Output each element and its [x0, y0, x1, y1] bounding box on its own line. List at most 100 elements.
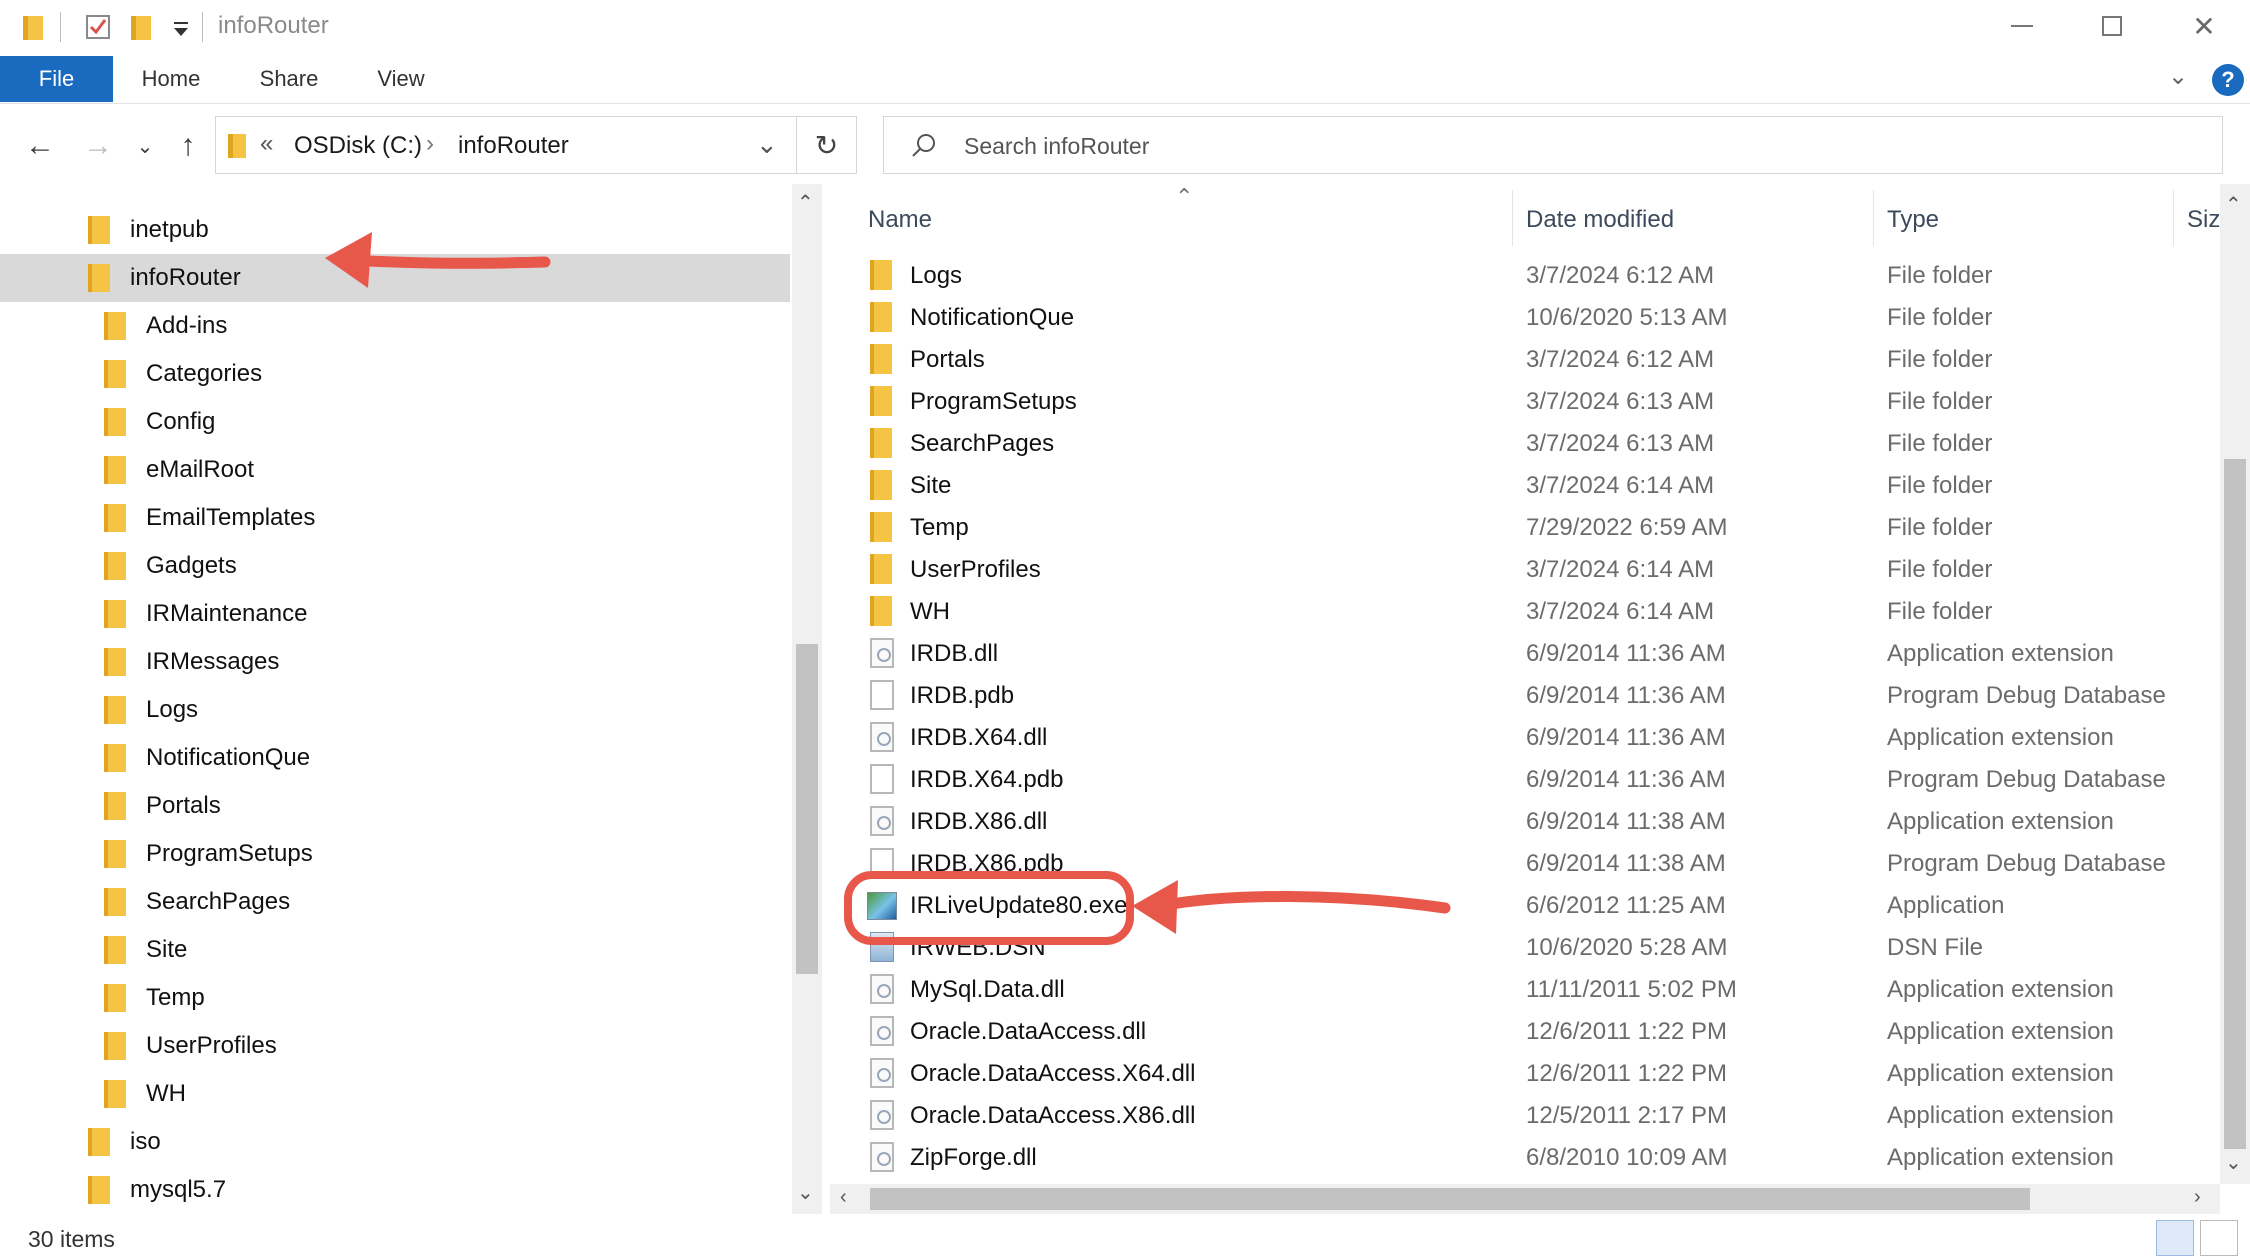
- scrollbar-thumb[interactable]: [796, 644, 818, 974]
- sidebar-item-programsetups[interactable]: ProgramSetups: [0, 830, 790, 878]
- folder-icon: [870, 512, 892, 542]
- table-row[interactable]: IRDB.X64.dll 6/9/2014 11:36 AM Application…: [830, 716, 2220, 758]
- back-arrow-icon[interactable]: ←: [20, 126, 60, 166]
- table-row[interactable]: Oracle.DataAccess.X86.dll 12/5/2011 2:17 …: [830, 1094, 2220, 1136]
- sidebar-item-wh[interactable]: WH: [0, 1070, 790, 1118]
- table-row[interactable]: IRDB.pdb 6/9/2014 11:36 AM Program Debug D…: [830, 674, 2220, 716]
- tab-file[interactable]: File: [0, 56, 113, 102]
- file-type: File folder: [1887, 304, 1993, 331]
- file-list-scrollbar[interactable]: ⌃ ⌄: [2220, 184, 2250, 1184]
- breadcrumb-inforouter[interactable]: infoRouter: [458, 132, 569, 160]
- table-row[interactable]: IRDB.X64.pdb 6/9/2014 11:36 AM Program Deb…: [830, 758, 2220, 800]
- table-row[interactable]: Oracle.DataAccess.dll 12/6/2011 1:22 PM Ap…: [830, 1010, 2220, 1052]
- sidebar-item-logs[interactable]: Logs: [0, 686, 790, 734]
- customize-quick-access-icon[interactable]: [170, 12, 192, 42]
- scrollbar-thumb[interactable]: [870, 1188, 2030, 1210]
- properties-icon[interactable]: [84, 12, 112, 42]
- maximize-icon: [2102, 16, 2122, 36]
- sidebar-item-add-ins[interactable]: Add-ins: [0, 302, 790, 350]
- table-row[interactable]: ProgramSetups 3/7/2024 6:13 AM File folder: [830, 380, 2220, 422]
- table-row[interactable]: IRWEB.DSN 10/6/2020 5:28 AM DSN File: [830, 926, 2220, 968]
- help-icon[interactable]: ?: [2212, 64, 2244, 96]
- partially-scrolled-row: [870, 234, 2210, 254]
- table-row[interactable]: IRLiveUpdate80.exe 6/6/2012 11:25 AM Appli…: [830, 884, 2220, 926]
- file-name: UserProfiles: [910, 556, 1041, 583]
- table-row[interactable]: WH 3/7/2024 6:14 AM File folder: [830, 590, 2220, 632]
- table-row[interactable]: ZipForge.dll 6/8/2010 10:09 AM Application…: [830, 1136, 2220, 1178]
- sidebar-item-emailtemplates[interactable]: EmailTemplates: [0, 494, 790, 542]
- forward-arrow-icon[interactable]: →: [78, 126, 118, 166]
- breadcrumb-separator-icon: ›: [426, 130, 434, 157]
- search-placeholder: Search infoRouter: [964, 133, 1150, 159]
- search-box[interactable]: Search infoRouter: [883, 116, 2223, 174]
- file-date-modified: 7/29/2022 6:59 AM: [1526, 514, 1728, 541]
- up-arrow-icon[interactable]: ↑: [168, 126, 208, 166]
- scroll-up-icon[interactable]: ⌃: [2225, 192, 2242, 217]
- sidebar-item-iso[interactable]: iso: [0, 1118, 790, 1166]
- table-row[interactable]: Portals 3/7/2024 6:12 AM File folder: [830, 338, 2220, 380]
- table-row[interactable]: IRDB.X86.dll 6/9/2014 11:38 AM Application…: [830, 800, 2220, 842]
- table-row[interactable]: IRDB.X86.pdb 6/9/2014 11:38 AM Program Deb…: [830, 842, 2220, 884]
- refresh-button[interactable]: ↻: [797, 116, 857, 174]
- tab-share[interactable]: Share: [246, 56, 332, 102]
- sidebar-item-mysql5-7[interactable]: mysql5.7: [0, 1166, 790, 1214]
- address-bar[interactable]: « OSDisk (C:) › infoRouter ⌄: [215, 116, 797, 174]
- pdb-icon: [870, 680, 894, 710]
- sidebar-item-irmaintenance[interactable]: IRMaintenance: [0, 590, 790, 638]
- folder-icon: [870, 260, 892, 290]
- scroll-down-icon[interactable]: ⌄: [2225, 1150, 2242, 1175]
- scroll-down-icon[interactable]: ⌄: [797, 1180, 814, 1205]
- sidebar-item-notificationque[interactable]: NotificationQue: [0, 734, 790, 782]
- sidebar-item-config[interactable]: Config: [0, 398, 790, 446]
- sidebar-item-portals[interactable]: Portals: [0, 782, 790, 830]
- folder-icon: [870, 386, 892, 416]
- address-dropdown-chevron-icon[interactable]: ⌄: [756, 129, 778, 160]
- scroll-right-icon[interactable]: ›: [2194, 1186, 2201, 1209]
- sidebar-item-searchpages[interactable]: SearchPages: [0, 878, 790, 926]
- file-date-modified: 3/7/2024 6:13 AM: [1526, 388, 1715, 415]
- table-row[interactable]: Oracle.DataAccess.X64.dll 12/6/2011 1:22 …: [830, 1052, 2220, 1094]
- file-type: File folder: [1887, 598, 1993, 625]
- file-name: IRDB.X86.dll: [910, 808, 1048, 835]
- sidebar-item-categories[interactable]: Categories: [0, 350, 790, 398]
- tab-view[interactable]: View: [358, 56, 444, 102]
- scrollbar-thumb[interactable]: [2224, 459, 2246, 1149]
- sidebar-item-gadgets[interactable]: Gadgets: [0, 542, 790, 590]
- table-row[interactable]: NotificationQue 10/6/2020 5:13 AM File fol…: [830, 296, 2220, 338]
- sidebar-item-temp[interactable]: Temp: [0, 974, 790, 1022]
- large-icons-view-icon[interactable]: [2200, 1220, 2238, 1256]
- expand-ribbon-icon[interactable]: ⌄: [2168, 62, 2188, 91]
- sidebar-item-inetpub[interactable]: inetpub: [0, 206, 790, 254]
- navigation-pane-scrollbar[interactable]: ⌃ ⌄: [792, 184, 822, 1214]
- sidebar-item-userprofiles[interactable]: UserProfiles: [0, 1022, 790, 1070]
- table-row[interactable]: UserProfiles 3/7/2024 6:14 AM File folder: [830, 548, 2220, 590]
- refresh-icon: ↻: [814, 129, 839, 161]
- details-view-icon[interactable]: [2156, 1220, 2194, 1256]
- scroll-left-icon[interactable]: ‹: [840, 1186, 847, 1209]
- sidebar-item-irmessages[interactable]: IRMessages: [0, 638, 790, 686]
- dll-icon: [870, 1016, 894, 1046]
- table-row[interactable]: Temp 7/29/2022 6:59 AM File folder: [830, 506, 2220, 548]
- table-row[interactable]: IRDB.dll 6/9/2014 11:36 AM Application ext…: [830, 632, 2220, 674]
- table-row[interactable]: SearchPages 3/7/2024 6:13 AM File folder: [830, 422, 2220, 464]
- horizontal-scrollbar[interactable]: ‹ ›: [830, 1184, 2220, 1214]
- dll-icon: [870, 638, 894, 668]
- sidebar-item-emailroot[interactable]: eMailRoot: [0, 446, 790, 494]
- address-overflow-icon[interactable]: «: [260, 130, 273, 158]
- table-row[interactable]: Logs 3/7/2024 6:12 AM File folder: [830, 254, 2220, 296]
- table-row[interactable]: Site 3/7/2024 6:14 AM File folder: [830, 464, 2220, 506]
- minimize-button[interactable]: [1976, 0, 2068, 52]
- maximize-button[interactable]: [2066, 0, 2158, 52]
- tab-home[interactable]: Home: [128, 56, 214, 102]
- table-row[interactable]: MySql.Data.dll 11/11/2011 5:02 PM Applicat…: [830, 968, 2220, 1010]
- sidebar-item-inforouter[interactable]: infoRouter: [0, 254, 790, 302]
- file-name: ZipForge.dll: [910, 1144, 1037, 1171]
- file-type: Application extension: [1887, 1018, 2114, 1045]
- close-button[interactable]: ✕: [2158, 0, 2250, 52]
- recent-locations-chevron-icon[interactable]: ⌄: [132, 126, 158, 166]
- sidebar-item-site[interactable]: Site: [0, 926, 790, 974]
- scroll-up-icon[interactable]: ⌃: [797, 190, 814, 215]
- breadcrumb-osdisk[interactable]: OSDisk (C:): [294, 132, 422, 160]
- new-folder-icon[interactable]: [128, 12, 154, 42]
- dsn-icon: [870, 932, 894, 962]
